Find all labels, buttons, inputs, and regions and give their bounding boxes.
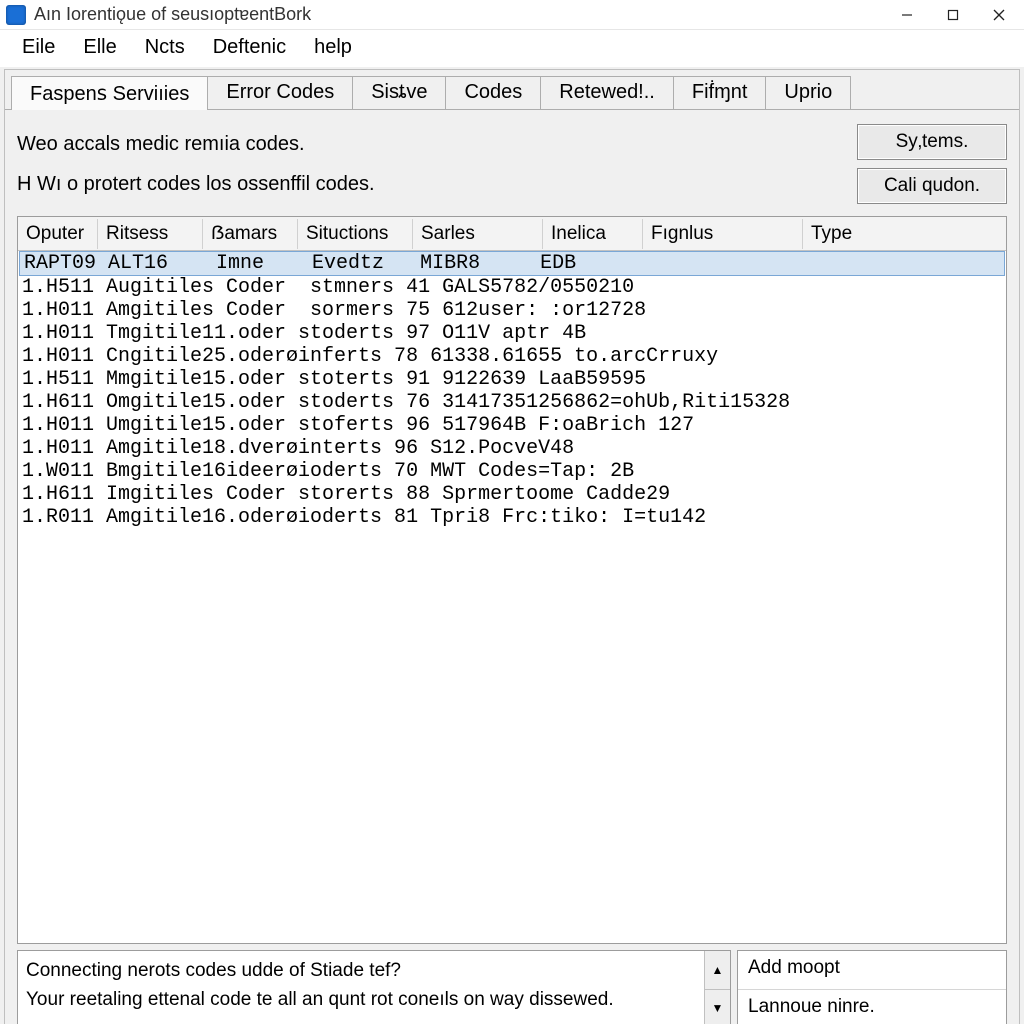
add-moopt-item[interactable]: Add moopt: [738, 951, 1006, 990]
menu-help[interactable]: help: [304, 34, 362, 61]
list-row[interactable]: 1.W011 Bmgitile16ideerøioderts 70 MWT Co…: [18, 460, 1006, 483]
minimize-icon: [901, 9, 913, 21]
message-box: Connecting nerots codes udde of Stiade t…: [17, 950, 731, 1024]
list-row[interactable]: 1.H011 Cngitile25.oderøinferts 78 61338.…: [18, 345, 1006, 368]
maximize-icon: [947, 9, 959, 21]
col-bamars[interactable]: ẞamars: [203, 219, 298, 249]
list-row[interactable]: 1.H511 Augitiles Coder stmners 41 GALS57…: [18, 276, 1006, 299]
list-header: Oputer Ritsess ẞamars Situctions Sarles …: [18, 217, 1006, 251]
desc-line-1: Weo accals medic remıia codes.: [17, 124, 375, 164]
list-row[interactable]: 1.R011 Amgitile16.oderøioderts 81 Tpri8 …: [18, 506, 1006, 529]
app-icon: [6, 5, 26, 25]
tab-faspens-services[interactable]: Faspenꜱ Serviıies: [11, 76, 208, 110]
tab-page: Weo accals medic remıia codes. H Wı o pr…: [5, 109, 1019, 1024]
spin-down-button[interactable]: ▼: [705, 990, 730, 1024]
message-text: Connecting nerots codes udde of Stiade t…: [18, 951, 704, 1024]
systems-button[interactable]: Sy‚tems.: [857, 124, 1007, 160]
tab-fifmnt[interactable]: Fiḟɱnt: [673, 76, 767, 110]
col-fignlus[interactable]: Fıgnlus: [643, 219, 803, 249]
col-ritsess[interactable]: Ritsess: [98, 219, 203, 249]
lannoue-ninre-item[interactable]: Lannoue ninre.: [738, 990, 1006, 1024]
spin-buttons: ▲ ▼: [704, 951, 730, 1024]
col-situctions[interactable]: Situctions: [298, 219, 413, 249]
list-row[interactable]: 1.H011 Amgitiles Coder sormers 75 612use…: [18, 299, 1006, 322]
caliqudon-button[interactable]: Cali qudon.: [857, 168, 1007, 204]
chevron-up-icon: ▲: [712, 963, 724, 977]
menu-deftenic[interactable]: Deftenic: [203, 34, 296, 61]
list-row[interactable]: 1.H611 Omgitile15.oder stoderts 76 31417…: [18, 391, 1006, 414]
tab-sistive[interactable]: Sisȶve: [352, 76, 446, 110]
close-button[interactable]: [976, 0, 1022, 30]
menu-ncts[interactable]: Ncts: [135, 34, 195, 61]
menu-file[interactable]: Eile: [12, 34, 65, 61]
minimize-button[interactable]: [884, 0, 930, 30]
menu-bar: Eile Elle Ncts Deftenic help: [0, 30, 1024, 67]
spin-up-button[interactable]: ▲: [705, 951, 730, 990]
window-controls: [884, 0, 1022, 30]
list-body[interactable]: RAPT09 ALT16 Imne Evedtz MIBR8 EDB 1.H51…: [18, 251, 1006, 943]
tab-strip: Faspenꜱ Serviıies Error Codes Sisȶve Cod…: [11, 76, 1019, 110]
message-line-2: Your reetaling ettenal code te all an qu…: [26, 986, 696, 1015]
code-list: Oputer Ritsess ẞamars Situctions Sarles …: [17, 216, 1007, 944]
list-row[interactable]: 1.H011 Umgitile15.oder stoferts 96 51796…: [18, 414, 1006, 437]
list-row[interactable]: 1.H611 Imgitiles Coder storerts 88 Sprme…: [18, 483, 1006, 506]
tab-codes[interactable]: Codes: [445, 76, 541, 110]
col-oputer[interactable]: Oputer: [18, 219, 98, 249]
tab-uprio[interactable]: Uprio: [765, 76, 851, 110]
list-row[interactable]: 1.H511 Mmgitile15.oder stoterts 91 91226…: [18, 368, 1006, 391]
maximize-button[interactable]: [930, 0, 976, 30]
side-buttons: Sy‚tems. Cali qudon.: [857, 124, 1007, 204]
col-sarles[interactable]: Sarles: [413, 219, 543, 249]
header-row: Weo accals medic remıia codes. H Wı o pr…: [17, 124, 1007, 204]
message-line-1: Connecting nerots codes udde of Stiade t…: [26, 957, 696, 986]
list-row-selected[interactable]: RAPT09 ALT16 Imne Evedtz MIBR8 EDB: [19, 251, 1005, 276]
bottom-panel: Connecting nerots codes udde of Stiade t…: [17, 950, 1007, 1024]
tab-retewed[interactable]: Retewed!..: [540, 76, 674, 110]
list-row[interactable]: 1.H011 Tmgitile11.oder stoderts 97 O11V …: [18, 322, 1006, 345]
col-inelica[interactable]: Inelica: [543, 219, 643, 249]
title-bar: Aın Iorentiǫue of seusıoptɐentBork: [0, 0, 1024, 30]
bottom-action-list: Add moopt Lannoue ninre.: [737, 950, 1007, 1024]
close-icon: [993, 9, 1005, 21]
client-area: Faspenꜱ Serviıies Error Codes Sisȶve Cod…: [4, 69, 1020, 1024]
header-text: Weo accals medic remıia codes. H Wı o pr…: [17, 124, 375, 204]
col-type[interactable]: Type: [803, 219, 1006, 249]
window-title: Aın Iorentiǫue of seusıoptɐentBork: [34, 4, 884, 25]
desc-line-2: H Wı o protert codes los ossenffil codes…: [17, 164, 375, 204]
menu-elle[interactable]: Elle: [73, 34, 126, 61]
list-row[interactable]: 1.H011 Amgitile18.dverøinterts 96 S12.Po…: [18, 437, 1006, 460]
chevron-down-icon: ▼: [712, 1001, 724, 1015]
tab-error-codes[interactable]: Error Codes: [207, 76, 353, 110]
